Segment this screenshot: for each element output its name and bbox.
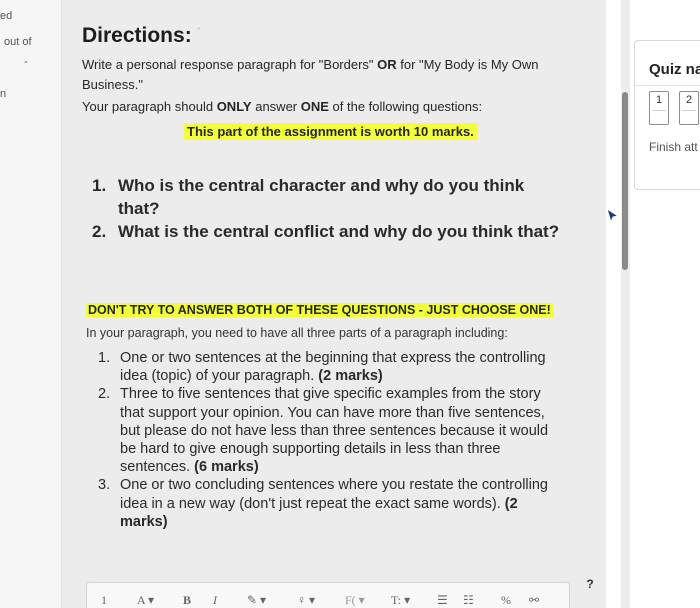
text-size-button[interactable]: T: ▾	[391, 593, 410, 608]
directions-title: Directions:	[82, 24, 192, 47]
quiz-navigation-title: Quiz na	[649, 61, 700, 78]
paragraph-parts-list: 1. One or two sentences at the beginning…	[98, 349, 558, 531]
help-button[interactable]: ?	[578, 572, 602, 596]
question-choices: 1. Who is the central character and why …	[92, 174, 562, 243]
format-button[interactable]: F( ▾	[345, 593, 365, 608]
left-grade-panel: ed out of - n	[0, 0, 62, 608]
marks-out-of-label: out of	[4, 36, 32, 48]
numbered-list-icon[interactable]: ☷	[463, 593, 474, 608]
list-item: 2. Three to five sentences that give spe…	[98, 386, 549, 476]
choice-item: 1. Who is the central character and why …	[92, 174, 562, 220]
mouse-cursor-icon	[606, 208, 620, 224]
title-mark: '	[198, 26, 200, 36]
divider	[635, 85, 700, 86]
insert-icon[interactable]: ♀ ▾	[297, 593, 315, 608]
marks-dash: -	[24, 56, 28, 68]
bold-button[interactable]: B	[183, 593, 191, 608]
question-text-panel: Directions: ' Write a personal response …	[62, 0, 606, 608]
finish-attempt-link[interactable]: Finish att	[649, 140, 698, 154]
editor-toolbar: 1 A ▾ B I ✎ ▾ ♀ ▾ F( ▾ T: ▾ ☰ ☷ % ⚯	[86, 582, 570, 608]
choice-item: 2. What is the central conflict and why …	[92, 222, 560, 241]
choice-text: Who is the central character and why do …	[118, 176, 525, 218]
quiz-nav-question-2[interactable]: 2	[679, 91, 699, 125]
font-color-button[interactable]: A ▾	[137, 593, 154, 608]
bullet-list-icon[interactable]: ☰	[437, 593, 448, 608]
quiz-nav-question-1[interactable]: 1	[649, 91, 669, 125]
link-icon[interactable]: %	[501, 593, 511, 608]
italic-button[interactable]: I	[213, 593, 217, 608]
quiz-navigation-panel: Quiz na 1 2 Finish att	[634, 40, 700, 190]
worth-highlight: This part of the assignment is worth 10 …	[184, 123, 477, 140]
directions-intro: Write a personal response paragraph for …	[82, 57, 539, 92]
unlink-icon[interactable]: ⚯	[529, 593, 539, 608]
list-item: 3. One or two concluding sentences where…	[98, 477, 548, 530]
instruction-line: Your paragraph should ONLY answer ONE of…	[82, 99, 483, 114]
flag-fragment[interactable]: n	[0, 88, 6, 100]
list-item: 1. One or two sentences at the beginning…	[98, 350, 546, 385]
scrollbar-thumb[interactable]	[622, 92, 628, 270]
warning-highlight: DON'T TRY TO ANSWER BOTH OF THESE QUESTI…	[86, 303, 553, 317]
choice-text: What is the central conflict and why do …	[118, 222, 560, 241]
highlight-icon[interactable]: ✎ ▾	[247, 593, 266, 608]
paragraph-intro: In your paragraph, you need to have all …	[86, 326, 508, 340]
paragraph-style-button[interactable]: 1	[101, 593, 107, 608]
status-fragment: ed	[0, 10, 13, 22]
